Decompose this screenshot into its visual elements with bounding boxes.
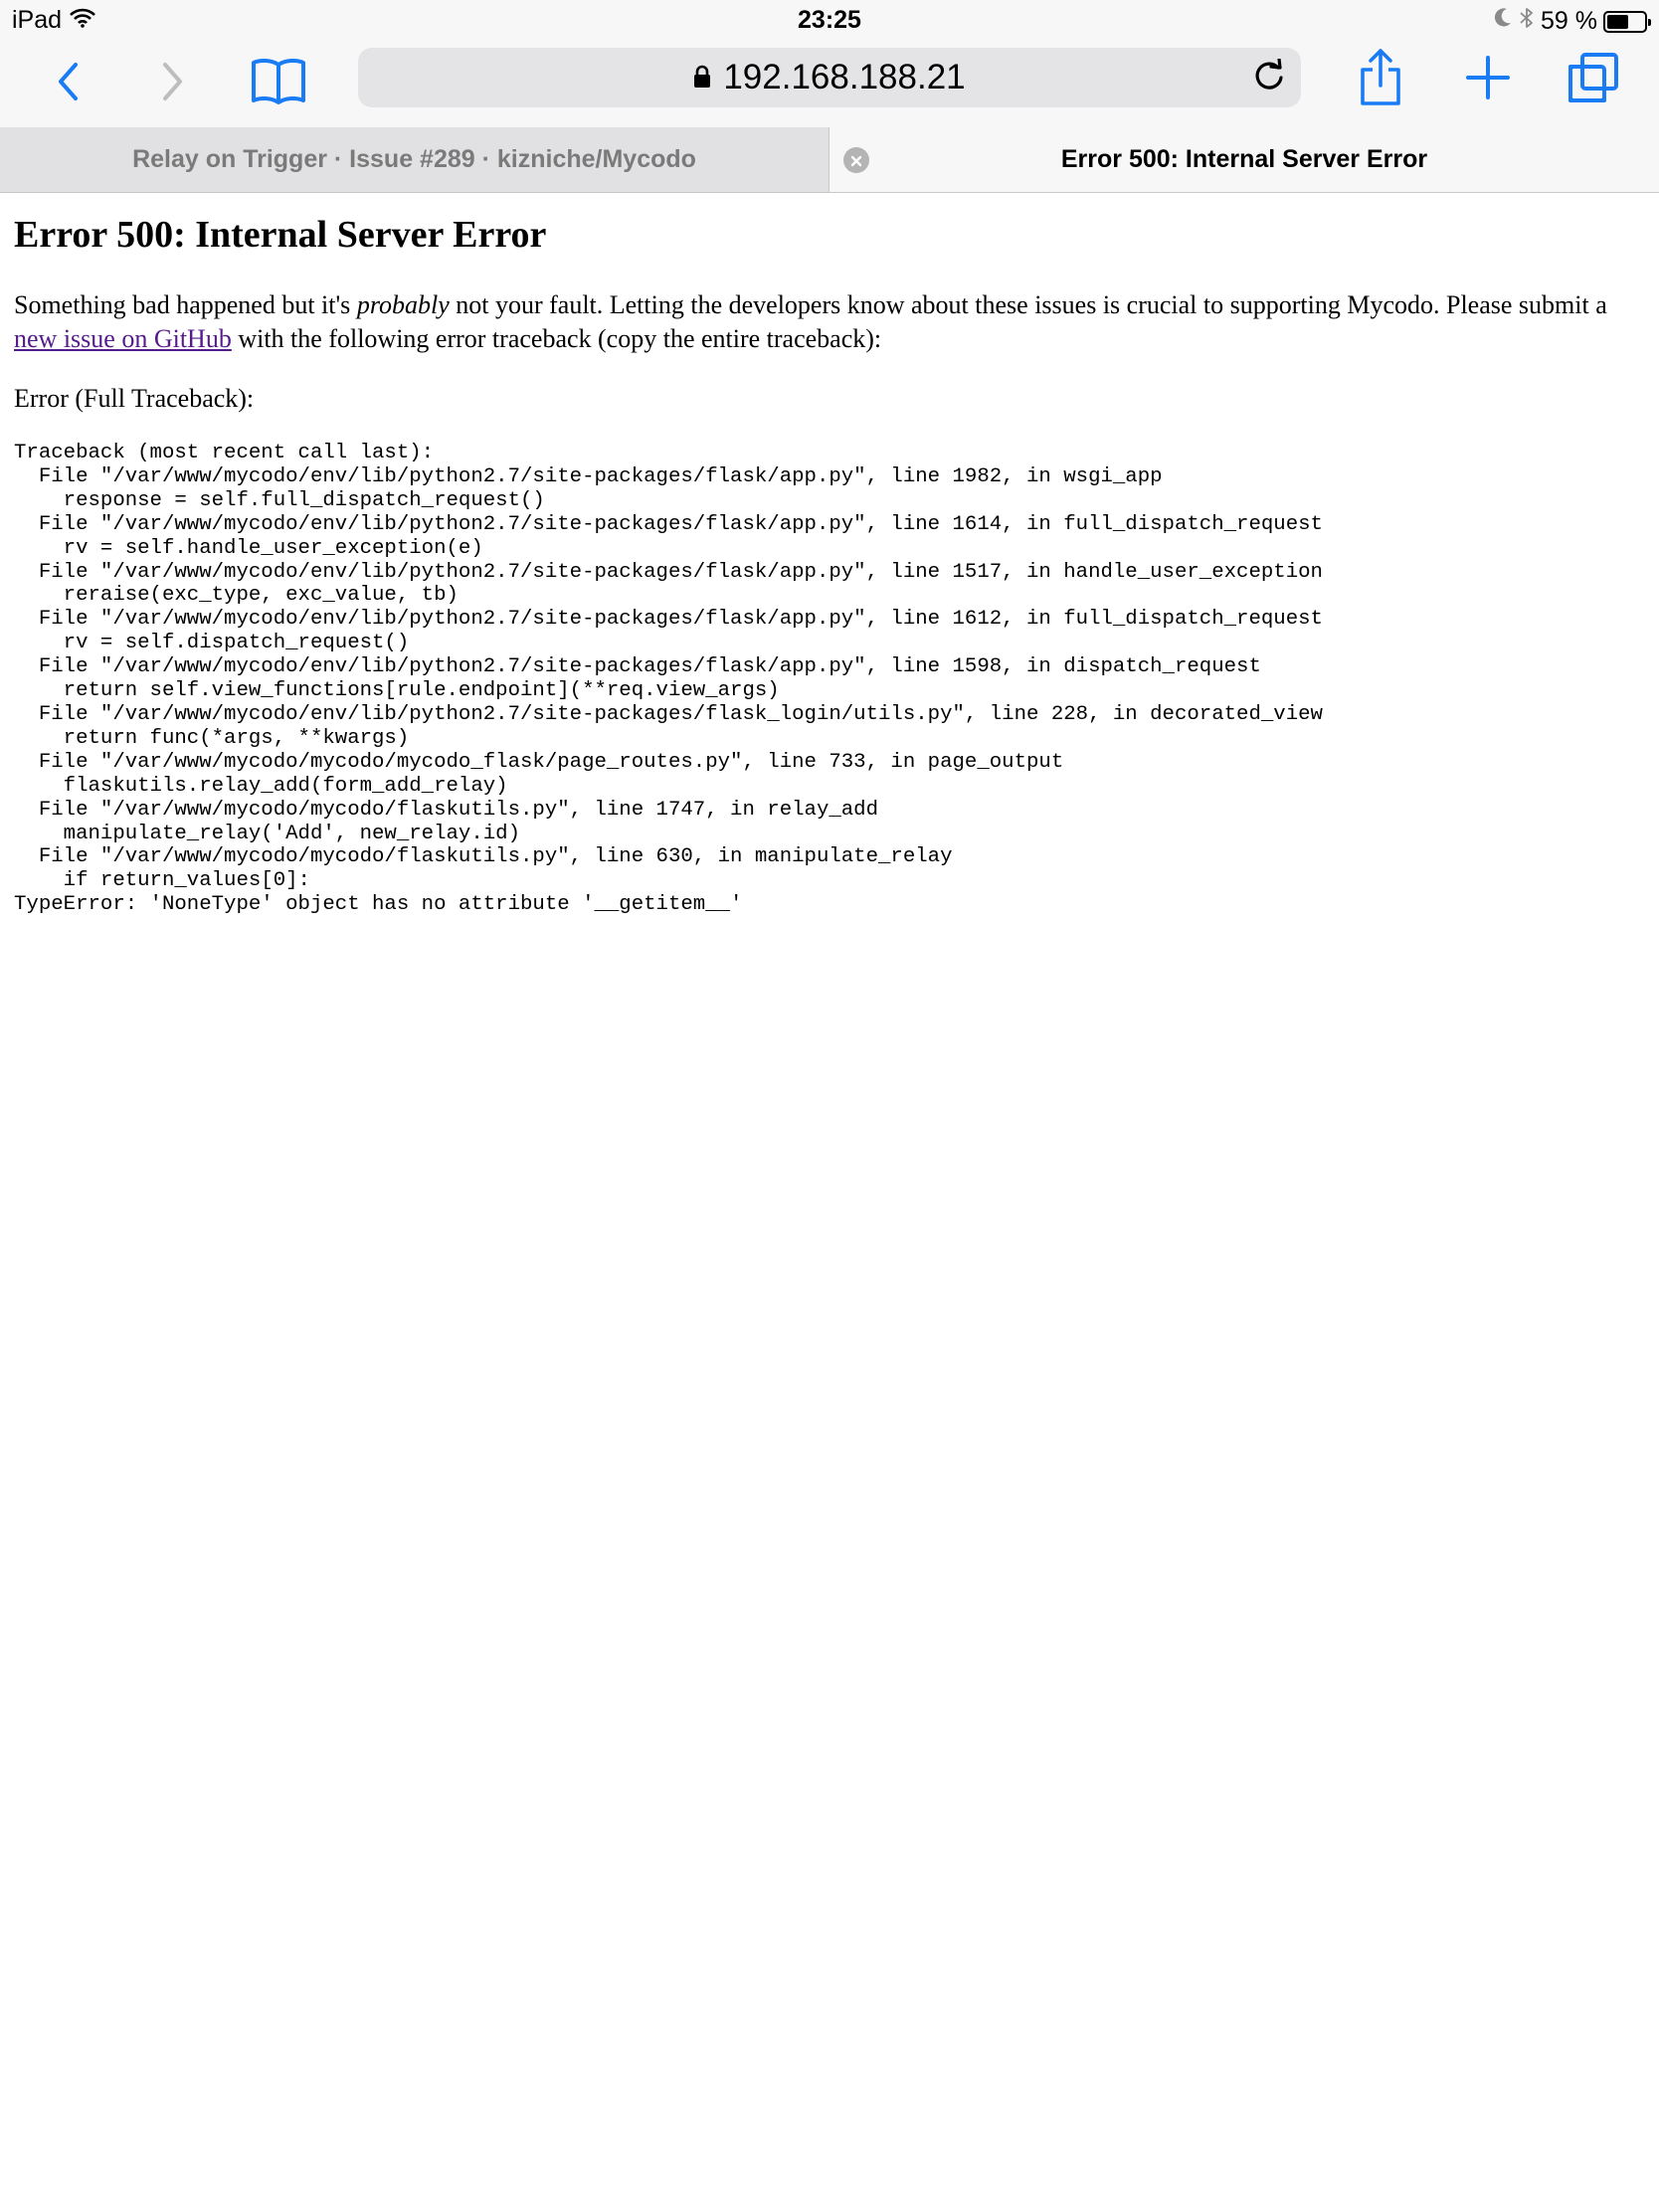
tab-close-button[interactable] [843, 147, 869, 173]
traceback-line: File "/var/www/mycodo/env/lib/python2.7/… [14, 608, 1323, 632]
reload-icon [1252, 56, 1286, 97]
back-button[interactable] [46, 60, 90, 107]
battery-icon [1603, 10, 1651, 33]
status-bar: iPad 23:25 59 % [0, 0, 1659, 40]
traceback-line: Traceback (most recent call last): [14, 442, 435, 464]
traceback-line: File "/var/www/mycodo/env/lib/python2.7/… [14, 655, 1261, 679]
traceback-line: return func(*args, **kwargs) [14, 726, 410, 750]
share-icon [1359, 48, 1402, 112]
battery-tip [1648, 18, 1651, 26]
tabs-icon [1567, 51, 1620, 109]
page-content: Error 500: Internal Server Error Somethi… [14, 193, 1645, 917]
traceback-line: File "/var/www/mycodo/env/lib/python2.7/… [14, 702, 1323, 726]
traceback-line: File "/var/www/mycodo/mycodo/flaskutils.… [14, 845, 953, 869]
traceback-line: reraise(exc_type, exc_value, tb) [14, 584, 459, 608]
back-icon [56, 62, 80, 106]
bookmarks-button[interactable] [247, 54, 310, 113]
status-time: 23:25 [798, 6, 861, 34]
tab-title: Error 500: Internal Server Error [1060, 145, 1428, 173]
lock-icon [693, 58, 711, 97]
battery-percent: 59 % [1541, 7, 1597, 35]
tab-error-500[interactable]: Error 500: Internal Server Error [830, 127, 1659, 192]
forward-icon [161, 62, 185, 106]
status-right: 59 % [1493, 6, 1651, 37]
bookmarks-icon [250, 57, 307, 111]
github-issue-link[interactable]: new issue on GitHub [14, 324, 232, 353]
intro-text: with the following error traceback (copy… [231, 324, 882, 353]
traceback-line: File "/var/www/mycodo/env/lib/python2.7/… [14, 464, 1163, 488]
traceback-line: File "/var/www/mycodo/mycodo/flaskutils.… [14, 798, 879, 822]
traceback-line: response = self.full_dispatch_request() [14, 488, 545, 512]
intro-text: not your fault. Letting the developers k… [449, 290, 1607, 319]
browser-toolbar: 192.168.188.21 [0, 40, 1659, 127]
address-bar[interactable]: 192.168.188.21 [358, 48, 1301, 107]
traceback-line: File "/var/www/mycodo/mycodo/mycodo_flas… [14, 750, 1064, 774]
close-icon [849, 146, 863, 175]
tabs-button[interactable] [1564, 50, 1623, 109]
tab-bar: Relay on Trigger · Issue #289 · kizniche… [0, 127, 1659, 193]
bluetooth-icon [1519, 6, 1535, 37]
tab-title: Relay on Trigger · Issue #289 · kizniche… [132, 145, 696, 173]
moon-icon [1493, 7, 1513, 36]
reload-button[interactable] [1247, 56, 1291, 99]
tab-relay-on-trigger[interactable]: Relay on Trigger · Issue #289 · kizniche… [0, 127, 830, 192]
traceback-line: flaskutils.relay_add(form_add_relay) [14, 774, 508, 798]
traceback-block: Traceback (most recent call last): File … [14, 442, 1645, 917]
traceback-line: return self.view_functions[rule.endpoint… [14, 679, 780, 703]
traceback-line: File "/var/www/mycodo/env/lib/python2.7/… [14, 512, 1323, 536]
traceback-line: rv = self.dispatch_request() [14, 632, 410, 655]
traceback-line: TypeError: 'NoneType' object has no attr… [14, 893, 743, 917]
page-title: Error 500: Internal Server Error [14, 214, 547, 256]
address-text: 192.168.188.21 [723, 58, 966, 96]
forward-button[interactable] [151, 60, 195, 107]
battery-level-fill [1607, 14, 1628, 29]
share-button[interactable] [1353, 46, 1408, 113]
traceback-line: rv = self.handle_user_exception(e) [14, 536, 483, 560]
address-display: 192.168.188.21 [358, 48, 1301, 107]
traceback-label: Error (Full Traceback): [14, 384, 255, 413]
traceback-line: manipulate_relay('Add', new_relay.id) [14, 822, 520, 845]
new-tab-button[interactable] [1460, 52, 1516, 107]
traceback-line: if return_values[0]: [14, 869, 310, 893]
intro-emphasis: probably [356, 290, 450, 319]
new-tab-icon [1464, 54, 1512, 106]
intro-paragraph: Something bad happened but it's probably… [14, 288, 1645, 356]
intro-text: Something bad happened but it's [14, 290, 357, 319]
traceback-line: File "/var/www/mycodo/env/lib/python2.7/… [14, 560, 1323, 584]
